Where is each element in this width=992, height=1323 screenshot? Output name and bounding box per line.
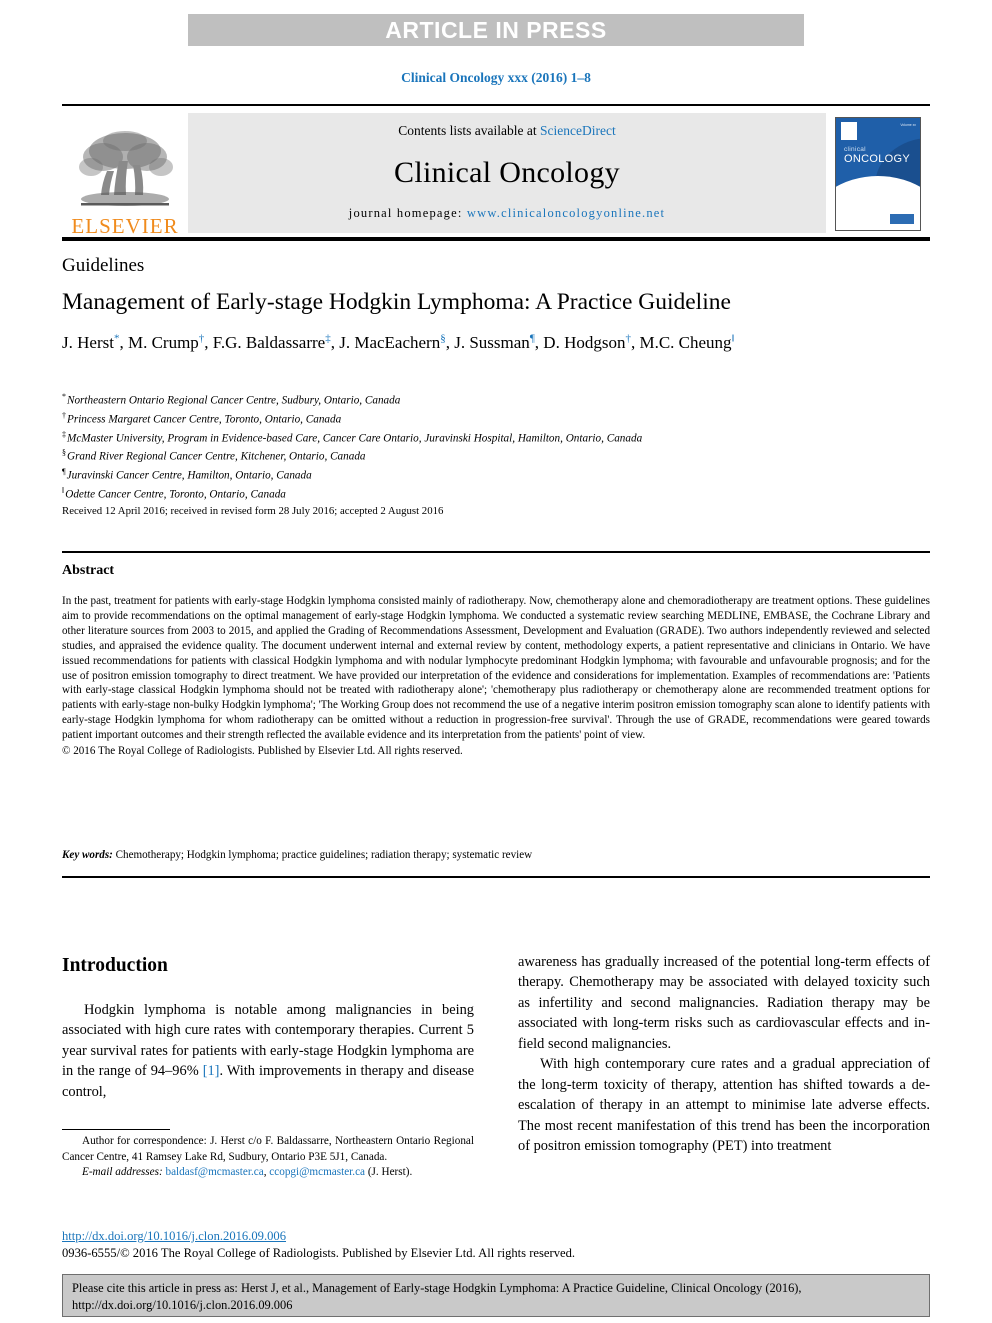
- right-paragraph-2: With high contemporary cure rates and a …: [518, 1056, 930, 1155]
- affiliation-text: McMaster University, Program in Evidence…: [67, 432, 643, 445]
- abstract-body: In the past, treatment for patients with…: [62, 594, 930, 759]
- cover-title-line2: ONCOLOGY: [844, 153, 910, 165]
- affiliation-item: ‖Odette Cancer Centre, Toronto, Ontario,…: [62, 485, 942, 504]
- affiliation-text: Juravinski Cancer Centre, Hamilton, Onta…: [66, 469, 312, 482]
- body-column-right: awareness has gradually increased of the…: [518, 952, 930, 1157]
- journal-cover-block: Volume xx clinical ONCOLOGY: [826, 109, 930, 239]
- keywords-values: Chemotherapy; Hodgkin lymphoma; practice…: [115, 849, 533, 861]
- introduction-heading: Introduction: [62, 955, 168, 976]
- affiliation-item: ‡McMaster University, Program in Evidenc…: [62, 429, 942, 448]
- journal-homepage-line: journal homepage: www.clinicaloncologyon…: [349, 206, 665, 221]
- abstract-heading: Abstract: [62, 563, 115, 578]
- please-cite-box: Please cite this article in press as: He…: [62, 1274, 930, 1317]
- footnote-block: Author for correspondence: J. Herst c/o …: [62, 1134, 474, 1181]
- article-section-label: Guidelines: [62, 255, 145, 276]
- author-separator: ,: [445, 333, 455, 352]
- cite-line-2: http://dx.doi.org/10.1016/j.clon.2016.09…: [72, 1297, 293, 1312]
- affiliation-item: †Princess Margaret Cancer Centre, Toront…: [62, 410, 942, 429]
- author-name: M.C. Cheung: [639, 333, 732, 352]
- contents-prefix: Contents lists available at: [398, 123, 540, 138]
- author-separator: ,: [204, 333, 213, 352]
- affiliation-list: *Northeastern Ontario Regional Cancer Ce…: [62, 391, 942, 504]
- article-history: Received 12 April 2016; received in revi…: [62, 505, 444, 517]
- affiliation-text: Grand River Regional Cancer Centre, Kitc…: [67, 450, 366, 463]
- journal-citation-line: Clinical Oncology xxx (2016) 1–8: [401, 70, 591, 85]
- elsevier-wordmark: ELSEVIER: [71, 214, 179, 238]
- issn-copyright-line: 0936-6555/© 2016 The Royal College of Ra…: [62, 1246, 576, 1260]
- email-note: E-mail addresses: baldasf@mcmaster.ca, c…: [62, 1165, 474, 1181]
- keywords-line: Key words: Chemotherapy; Hodgkin lymphom…: [62, 849, 930, 861]
- author-name: D. Hodgson: [543, 333, 626, 352]
- body-column-left: Introduction Hodgkin lymphoma is notable…: [62, 952, 474, 1102]
- email-label: E-mail addresses:: [82, 1166, 163, 1179]
- affiliation-text: Northeastern Ontario Regional Cancer Cen…: [67, 394, 401, 407]
- homepage-prefix: journal homepage:: [348, 206, 467, 220]
- journal-masthead: ELSEVIER Contents lists available at Sci…: [62, 104, 930, 241]
- author-separator: ,: [119, 333, 128, 352]
- reference-link-1[interactable]: [1]: [203, 1063, 220, 1079]
- email-suffix: (J. Herst).: [367, 1166, 413, 1179]
- author-name: F.G. Baldassarre: [212, 333, 326, 352]
- affiliation-item: *Northeastern Ontario Regional Cancer Ce…: [62, 391, 942, 410]
- abstract-copyright: © 2016 The Royal College of Radiologists…: [62, 745, 463, 758]
- author-separator: ,: [330, 333, 340, 352]
- abstract-top-rule: [62, 551, 930, 553]
- affiliation-item: ¶Juravinski Cancer Centre, Hamilton, Ont…: [62, 466, 942, 485]
- author-name: J. Herst: [62, 333, 114, 352]
- elsevier-tree-icon: [79, 131, 173, 206]
- journal-title: Clinical Oncology: [394, 155, 620, 189]
- email-link-2[interactable]: ccopgi@mcmaster.ca: [269, 1166, 365, 1178]
- right-paragraph-1: awareness has gradually increased of the…: [518, 954, 930, 1052]
- affiliation-item: §Grand River Regional Cancer Centre, Kit…: [62, 447, 942, 466]
- author-affiliation-marker: ‖: [731, 332, 735, 345]
- cite-line-1: Please cite this article in press as: He…: [72, 1281, 802, 1295]
- footnote-rule: [62, 1129, 170, 1130]
- article-in-press-banner: ARTICLE IN PRESS: [188, 14, 804, 46]
- author-name: J. MacEachern: [339, 333, 441, 352]
- abstract-bottom-rule: [62, 876, 930, 878]
- author-list: J. Herst*, M. Crump†, F.G. Baldassarre‡,…: [62, 331, 922, 355]
- cover-publisher-icon: [841, 122, 857, 140]
- correspondence-note: Author for correspondence: J. Herst c/o …: [62, 1135, 474, 1163]
- keywords-label: Key words:: [62, 849, 113, 861]
- cover-title-line1: clinical: [844, 146, 866, 153]
- affiliation-text: Princess Margaret Cancer Centre, Toronto…: [67, 413, 342, 426]
- intro-paragraph-1: Hodgkin lymphoma is notable among malign…: [62, 1000, 474, 1102]
- article-in-press-label: ARTICLE IN PRESS: [385, 16, 607, 43]
- journal-cover-thumbnail: Volume xx clinical ONCOLOGY: [835, 117, 921, 231]
- masthead-center: Contents lists available at ScienceDirec…: [188, 113, 826, 233]
- elsevier-logo: ELSEVIER: [62, 109, 188, 239]
- cover-volume-text: Volume xx: [900, 123, 916, 127]
- author-name: M. Crump: [127, 333, 199, 352]
- affiliation-text: Odette Cancer Centre, Toronto, Ontario, …: [65, 488, 286, 501]
- abstract-text: In the past, treatment for patients with…: [62, 595, 930, 742]
- sciencedirect-link[interactable]: ScienceDirect: [540, 123, 616, 138]
- doi-link[interactable]: http://dx.doi.org/10.1016/j.clon.2016.09…: [62, 1229, 286, 1244]
- email-link-1[interactable]: baldasf@mcmaster.ca: [165, 1166, 263, 1178]
- cover-society-badge: [890, 214, 914, 224]
- author-name: J. Sussman: [454, 333, 530, 352]
- journal-homepage-link[interactable]: www.clinicaloncologyonline.net: [467, 206, 665, 220]
- contents-available-line: Contents lists available at ScienceDirec…: [398, 123, 615, 139]
- article-title: Management of Early-stage Hodgkin Lympho…: [62, 289, 731, 315]
